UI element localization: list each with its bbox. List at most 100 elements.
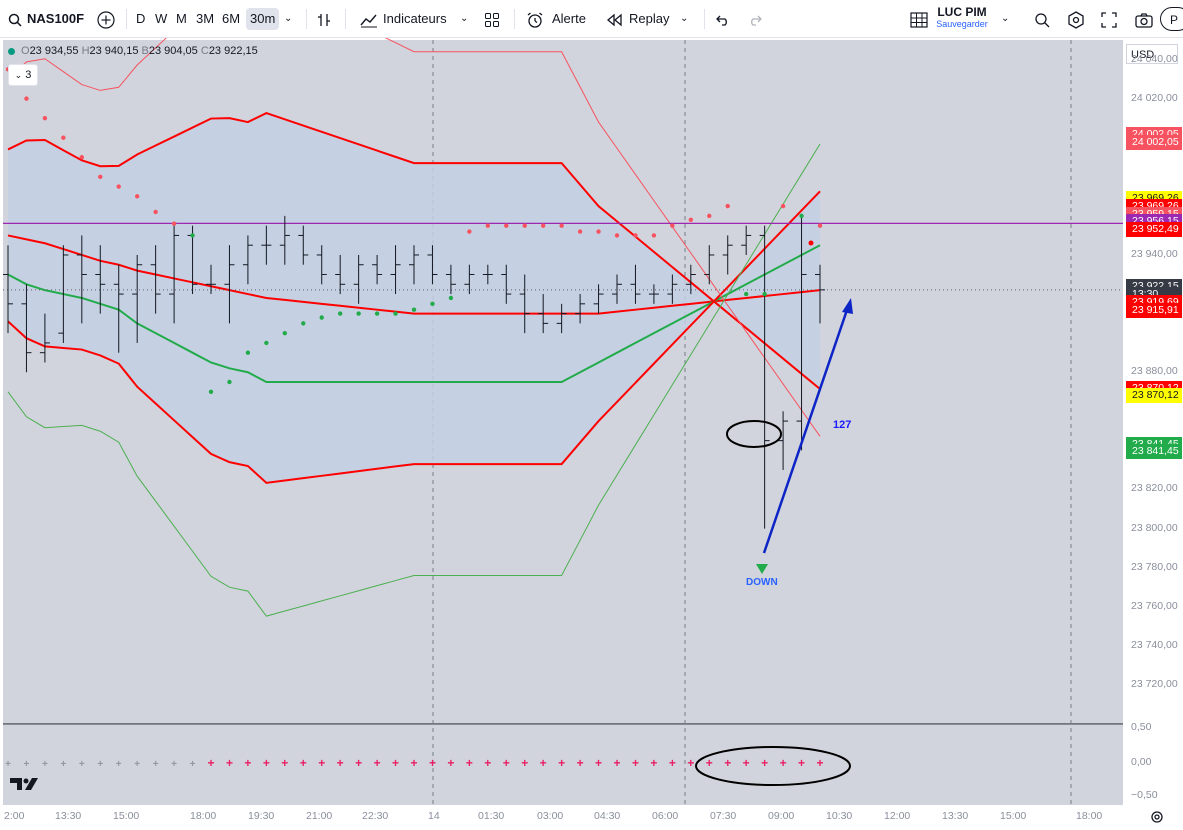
- timeframe-d[interactable]: D: [136, 0, 145, 38]
- chevron-down-icon[interactable]: ⌄: [284, 0, 292, 38]
- sar-dot: [153, 209, 158, 215]
- rewind-icon[interactable]: [606, 0, 622, 38]
- layout-grid-icon[interactable]: [910, 0, 928, 38]
- x-tick-label: 13:30: [942, 810, 969, 822]
- sar-dot: [411, 307, 417, 312]
- sar-dot: [577, 229, 583, 234]
- indicator-count: 3: [25, 69, 32, 81]
- sar-dot: [743, 291, 749, 297]
- price-label-pill: 23 915,91: [1126, 302, 1182, 318]
- timeframe-m[interactable]: M: [176, 0, 187, 38]
- sar-dot: [98, 174, 103, 179]
- publish-label: P: [1170, 13, 1179, 27]
- y-tick-label: 23 720,00: [1131, 677, 1178, 690]
- oscillator-marker: +: [521, 756, 528, 770]
- timeframe-w[interactable]: W: [155, 0, 167, 38]
- toolbar-divider: [514, 9, 515, 29]
- quick-search-icon[interactable]: [1034, 0, 1050, 38]
- sar-dot: [264, 340, 269, 346]
- indicators-icon[interactable]: [360, 0, 378, 38]
- alert-button[interactable]: Alerte: [552, 0, 586, 38]
- x-tick-label: 15:00: [1000, 810, 1027, 822]
- save-status[interactable]: Sauvegarder: [930, 18, 994, 30]
- bar-style-icon[interactable]: [316, 0, 332, 38]
- chevron-down-icon[interactable]: ⌄: [1001, 0, 1009, 38]
- templates-icon[interactable]: [484, 0, 500, 38]
- replay-button[interactable]: Replay: [629, 0, 669, 38]
- timeframe-3m[interactable]: 3M: [196, 0, 214, 38]
- oscillator-marker: +: [244, 756, 251, 770]
- add-symbol-icon[interactable]: [96, 0, 116, 38]
- oscillator-marker: +: [466, 756, 473, 770]
- legend-open: 23 934,55: [29, 45, 79, 57]
- alarm-clock-icon[interactable]: [526, 0, 544, 38]
- x-tick-label: 14: [428, 810, 440, 822]
- sar-dot: [485, 223, 491, 228]
- oscillator-marker: +: [743, 756, 750, 770]
- oscillator-marker: +: [318, 756, 325, 770]
- oscillator-marker: +: [761, 756, 768, 770]
- sar-dot: [301, 321, 306, 326]
- toolbar-divider: [126, 9, 127, 29]
- sar-dot: [522, 223, 527, 228]
- oscillator-marker: +: [669, 756, 676, 770]
- search-icon[interactable]: [8, 0, 22, 38]
- sar-dot: [79, 155, 85, 160]
- osc-tick-label: −0,50: [1131, 789, 1158, 801]
- settings-gear-icon[interactable]: [1150, 810, 1164, 829]
- publish-button[interactable]: P: [1160, 7, 1183, 31]
- camera-icon[interactable]: [1135, 0, 1153, 38]
- oscillator-marker: +: [410, 756, 417, 770]
- y-tick-label: 24 040,00: [1131, 52, 1178, 65]
- sar-dot: [633, 233, 638, 238]
- y-tick-label: 23 780,00: [1131, 560, 1178, 573]
- indicator-toggle[interactable]: ⌄ 3: [8, 64, 38, 86]
- undo-icon[interactable]: [716, 0, 730, 38]
- chevron-down-icon[interactable]: ⌄: [460, 0, 468, 38]
- oscillator-marker: +: [207, 756, 214, 770]
- price-label-pill: 23 870,12: [1126, 388, 1182, 404]
- y-tick-label: 24 020,00: [1131, 91, 1178, 104]
- oscillator-marker: +: [24, 759, 30, 770]
- indicators-button[interactable]: Indicateurs: [383, 0, 447, 38]
- sar-dot: [651, 233, 657, 238]
- sar-dot: [707, 213, 712, 219]
- sar-dot: [24, 96, 29, 101]
- oscillator-marker: +: [116, 759, 122, 770]
- osc-tick-label: 0,50: [1131, 721, 1152, 733]
- oscillator-marker: +: [706, 756, 713, 770]
- interval-selected[interactable]: 30m: [246, 8, 280, 30]
- oscillator-marker: +: [595, 756, 602, 770]
- oscillator-marker: +: [281, 756, 288, 770]
- symbol-label[interactable]: NAS100F: [27, 0, 84, 38]
- sar-dot: [282, 330, 288, 336]
- chevron-down-icon[interactable]: ⌄: [680, 0, 688, 38]
- oscillator-marker: +: [780, 756, 787, 770]
- chart-canvas[interactable]: + + + + + + + + + + + + + + + + + + + + + + + + + + + + + + + + + + + + + + + +…: [0, 38, 1183, 830]
- oscillator-marker: +: [724, 756, 731, 770]
- legend-close: 23 922,15: [208, 45, 258, 57]
- x-tick-label: 07:30: [710, 810, 737, 822]
- sar-dot: [208, 389, 214, 394]
- sar-dot: [134, 194, 140, 199]
- oscillator-marker: +: [577, 756, 584, 770]
- x-tick-label: 21:00: [306, 810, 333, 822]
- sar-dot: [319, 315, 324, 320]
- sar-dot: [799, 213, 804, 219]
- sar-dot: [42, 115, 48, 121]
- x-tick-label: 06:00: [652, 810, 679, 822]
- price-label-pill: 24 002,05: [1126, 134, 1182, 150]
- x-tick-label: 13:30: [55, 810, 82, 822]
- oscillator-marker: +: [300, 756, 307, 770]
- legend-low: 23 904,05: [148, 45, 198, 57]
- x-tick-label: 12:00: [884, 810, 911, 822]
- account-name: LUC PIM: [937, 5, 987, 19]
- timeframe-6m[interactable]: 6M: [222, 0, 240, 38]
- fullscreen-icon[interactable]: [1101, 0, 1117, 38]
- y-tick-label: 23 740,00: [1131, 638, 1178, 651]
- oscillator-marker: +: [226, 756, 233, 770]
- account-block[interactable]: LUC PIM Sauvegarder: [930, 6, 994, 30]
- gear-icon[interactable]: [1067, 0, 1085, 38]
- redo-icon[interactable]: [748, 0, 762, 38]
- oscillator-marker: +: [632, 756, 639, 770]
